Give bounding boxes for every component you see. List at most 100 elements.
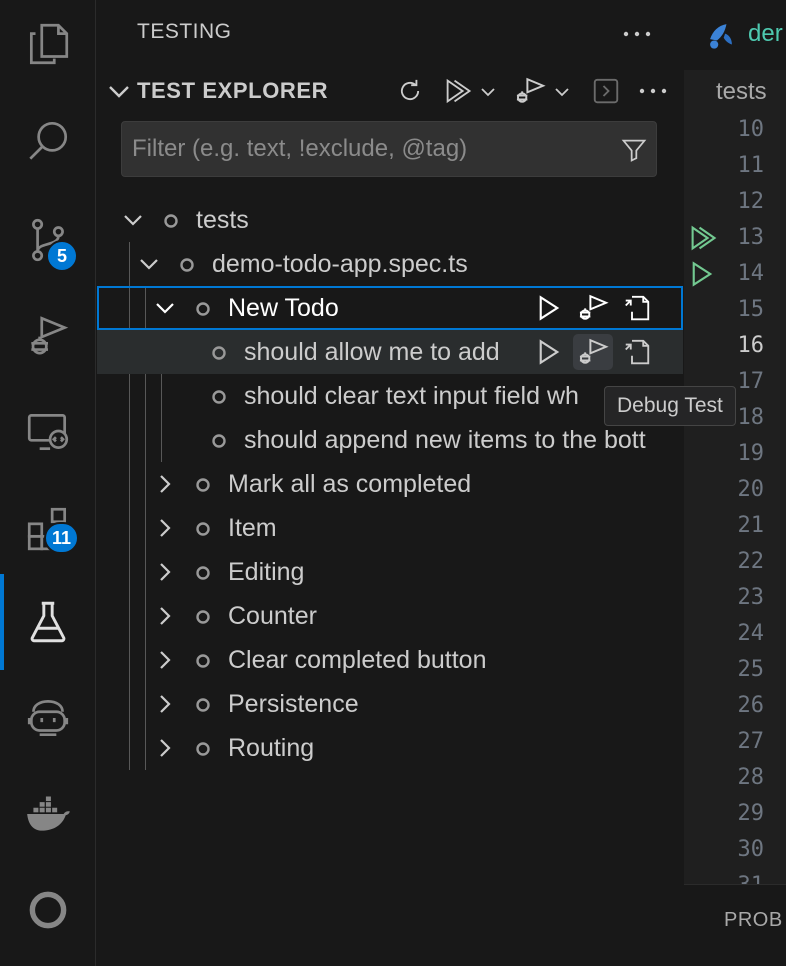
test-explorer-header[interactable]: TEST EXPLORER (97, 70, 683, 112)
row-actions (529, 334, 657, 370)
tree-item-label: Persistence (228, 690, 359, 718)
go-to-test-icon[interactable] (617, 290, 657, 326)
status-circle-icon (164, 214, 178, 228)
run-test-icon[interactable] (529, 334, 569, 370)
activity-bar: 5 11 (0, 0, 96, 966)
testing-sidebar: TESTING TEST EXPLORER Filter (e.g. text,… (97, 0, 683, 966)
files-icon[interactable] (0, 8, 96, 80)
go-to-test-icon[interactable] (617, 334, 657, 370)
status-circle-icon (196, 522, 210, 536)
source-control-icon[interactable]: 5 (0, 204, 96, 276)
tree-item-label: Counter (228, 602, 317, 630)
line-number: 26 (737, 693, 765, 718)
line-number: 10 (737, 117, 765, 142)
tree-item-new-todo[interactable]: New Todo (97, 286, 683, 330)
chevron-right-icon[interactable] (159, 518, 171, 538)
status-circle-icon (196, 610, 210, 624)
line-number: 15 (737, 297, 765, 322)
bottom-panel: PROB (684, 884, 786, 966)
chevron-down-icon[interactable] (139, 258, 159, 270)
status-circle-icon (212, 390, 226, 404)
chevron-right-icon[interactable] (159, 738, 171, 758)
editor-area: der tests 10 11 12 13 14 15 16 17 18 19 … (684, 0, 786, 966)
run-test-gutter-icon[interactable] (690, 261, 714, 287)
line-number: 20 (737, 477, 765, 502)
line-number: 24 (737, 621, 765, 646)
run-all-icon[interactable] (441, 72, 475, 110)
tree-item-label: Editing (228, 558, 305, 586)
chevron-right-icon[interactable] (159, 474, 171, 494)
tree-item-spec-file[interactable]: demo-todo-app.spec.ts (97, 242, 683, 286)
chevron-down-icon[interactable] (155, 302, 175, 314)
docker-whale-icon[interactable] (0, 778, 96, 850)
remote-explorer-icon[interactable] (0, 396, 96, 468)
status-circle-icon (196, 302, 210, 316)
testing-flask-icon[interactable] (0, 586, 96, 658)
ellipsis-icon[interactable] (617, 18, 657, 50)
tree-item-label: Routing (228, 734, 315, 762)
filter-icon[interactable] (618, 134, 650, 166)
chevron-down-icon[interactable] (551, 78, 573, 106)
filter-input[interactable] (132, 122, 602, 176)
line-number: 23 (737, 585, 765, 610)
tree-item-group[interactable]: Clear completed button (97, 638, 683, 682)
tree-item-test[interactable]: should clear text input field wh (97, 374, 683, 418)
tree-item-label: should allow me to add (244, 338, 500, 366)
tree-item-label: demo-todo-app.spec.ts (212, 250, 468, 278)
editor-tab[interactable]: der (684, 0, 786, 70)
tree-item-tests[interactable]: tests (97, 198, 683, 242)
tree-item-group[interactable]: Persistence (97, 682, 683, 726)
debug-test-tooltip: Debug Test (604, 386, 736, 426)
status-circle-icon (196, 566, 210, 580)
run-suite-gutter-icon[interactable] (688, 224, 718, 252)
status-circle-icon (180, 258, 194, 272)
sidebar-title: TESTING (137, 20, 232, 43)
status-circle-icon (196, 654, 210, 668)
tab-label: der (748, 20, 783, 47)
show-output-icon[interactable] (589, 74, 623, 108)
chevron-right-icon[interactable] (159, 650, 171, 670)
copilot-icon[interactable] (0, 682, 96, 754)
line-number: 19 (737, 441, 765, 466)
tree-item-test[interactable]: should allow me to add (97, 330, 683, 374)
run-test-icon[interactable] (529, 290, 569, 326)
tree-item-group[interactable]: Item (97, 506, 683, 550)
tree-item-label: should clear text input field wh (244, 382, 579, 410)
section-title: TEST EXPLORER (137, 78, 329, 103)
chevron-right-icon[interactable] (159, 694, 171, 714)
tree-item-label: should append new items to the bott (244, 426, 646, 454)
line-number: 27 (737, 729, 765, 754)
refresh-icon[interactable] (393, 72, 427, 110)
search-icon[interactable] (0, 105, 96, 177)
ellipsis-icon[interactable] (635, 76, 671, 106)
status-circle-icon (196, 478, 210, 492)
chevron-down-icon[interactable] (477, 78, 499, 106)
tree-item-group[interactable]: Editing (97, 550, 683, 594)
status-circle-icon (212, 346, 226, 360)
debug-test-icon[interactable] (573, 334, 613, 370)
filter-box (121, 121, 657, 177)
debug-test-icon[interactable] (573, 290, 613, 326)
tree-item-label: Clear completed button (228, 646, 487, 674)
tree-item-group[interactable]: Counter (97, 594, 683, 638)
debug-all-icon[interactable] (511, 72, 549, 110)
run-debug-icon[interactable] (0, 300, 96, 372)
chevron-right-icon[interactable] (159, 562, 171, 582)
tree-item-label: tests (196, 206, 249, 234)
status-circle-icon (196, 742, 210, 756)
extensions-icon[interactable]: 11 (0, 492, 96, 564)
tree-item-label: Mark all as completed (228, 470, 472, 498)
tree-item-test[interactable]: should append new items to the bott (97, 418, 683, 462)
line-number: 30 (737, 837, 765, 862)
line-number: 28 (737, 765, 765, 790)
chevron-down-icon[interactable] (105, 78, 133, 106)
chevron-right-icon[interactable] (159, 606, 171, 626)
chevron-down-icon[interactable] (123, 214, 143, 226)
tree-item-group[interactable]: Mark all as completed (97, 462, 683, 506)
circle-ring-icon[interactable] (0, 874, 96, 946)
status-circle-icon (196, 698, 210, 712)
line-number-current: 16 (737, 333, 765, 358)
breadcrumb[interactable]: tests (716, 78, 767, 106)
tree-item-group[interactable]: Routing (97, 726, 683, 770)
panel-tab-problems[interactable]: PROB (724, 909, 783, 932)
